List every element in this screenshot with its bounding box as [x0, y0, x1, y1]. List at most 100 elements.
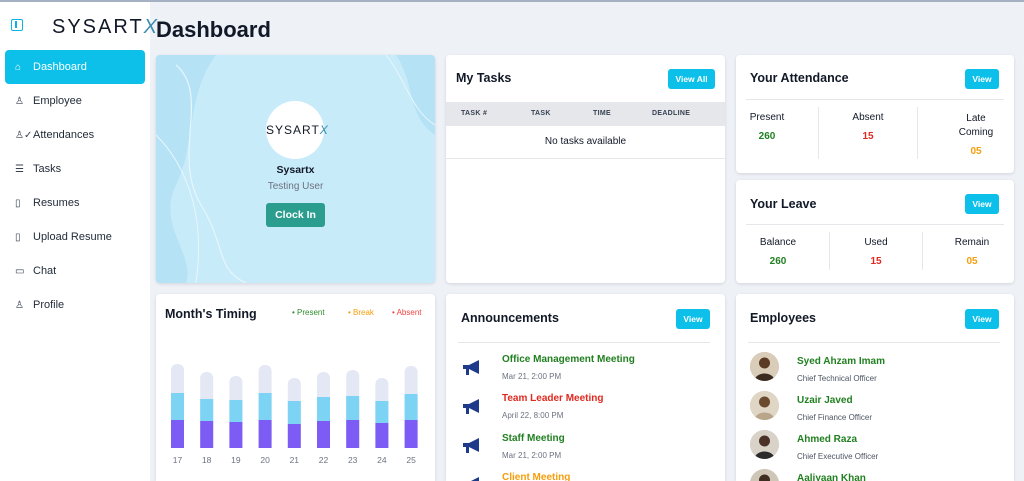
timing-chart [171, 364, 418, 448]
column-header: TASK [531, 110, 551, 117]
remain-label: Remain [954, 237, 990, 248]
present-label: Present [749, 112, 785, 123]
x-tick-label: 19 [231, 455, 241, 465]
top-border [0, 0, 1024, 2]
employee-name[interactable]: Syed Ahzam Imam [797, 356, 885, 367]
divider [818, 107, 819, 159]
used-label: Used [864, 237, 888, 248]
employee-avatar [750, 352, 779, 381]
brand-logo[interactable]: SYSARTX [52, 16, 159, 39]
leave-title: Your Leave [750, 197, 817, 211]
announcement-title[interactable]: Office Management Meeting [502, 354, 635, 365]
divider [746, 224, 1004, 225]
bar-segment-20-1 [258, 393, 272, 420]
bar-segment-17-1 [171, 393, 184, 420]
late-coming-value: 05 [970, 146, 982, 157]
sidebar-item-tasks[interactable]: ☰ Tasks [5, 152, 145, 186]
bar-segment-25-1 [404, 394, 418, 420]
bar-segment-21-1 [287, 401, 301, 424]
sidebar-item-chat[interactable]: ▭ Chat [5, 254, 145, 288]
sidebar-item-attendances[interactable]: ♙✓ Attendances [5, 118, 145, 152]
megaphone-icon [463, 360, 479, 375]
announcement-title[interactable]: Client Meeting [502, 472, 570, 481]
announcements-title: Announcements [461, 311, 559, 325]
profile-avatar: SYSARTX [266, 101, 328, 159]
x-tick-label: 24 [377, 455, 387, 465]
bar-segment-19-1 [229, 400, 243, 422]
sidebar-item-upload-resume[interactable]: ▯ Upload Resume [5, 220, 145, 254]
announcement-date: Mar 21, 2:00 PM [502, 372, 562, 381]
divider [748, 342, 1000, 343]
balance-value: 260 [769, 256, 787, 267]
bar-segment-21-0 [287, 424, 301, 448]
file-icon: ▯ [15, 231, 21, 243]
present-value: 260 [758, 131, 776, 142]
sidebar-item-label: Dashboard [33, 61, 87, 73]
employee-role: Chief Technical Officer [797, 374, 877, 383]
tasks-card: My Tasks View All TASK # TASK TIME DEADL… [446, 55, 725, 283]
employee-role: Chief Finance Officer [797, 413, 872, 422]
column-header: TASK # [461, 110, 488, 117]
leave-card: Your Leave View Balance 260 Used 15 Rema… [736, 180, 1014, 283]
bar-segment-24-0 [375, 423, 389, 448]
announcement-title[interactable]: Staff Meeting [502, 433, 565, 444]
absent-value: 15 [862, 131, 874, 142]
employees-title: Employees [750, 311, 817, 325]
bar-segment-23-1 [346, 396, 360, 420]
user-icon: ♙ [15, 299, 24, 311]
view-attendance-button[interactable]: View [965, 69, 999, 89]
view-leave-button[interactable]: View [965, 194, 999, 214]
chat-icon: ▭ [15, 265, 25, 277]
sidebar-item-label: Resumes [33, 197, 80, 209]
column-header: TIME [593, 110, 611, 117]
file-icon: ▯ [15, 197, 21, 209]
sidebar-item-label: Profile [33, 299, 65, 311]
employee-name[interactable]: Aaliyaan Khan [797, 473, 866, 481]
announcement-title[interactable]: Team Leader Meeting [502, 393, 604, 404]
x-tick-label: 25 [406, 455, 416, 465]
bar-segment-25-0 [404, 420, 418, 448]
divider [746, 99, 1004, 100]
attendance-title: Your Attendance [750, 71, 849, 85]
sidebar-item-resumes[interactable]: ▯ Resumes [5, 186, 145, 220]
announcement-date: Mar 21, 2:00 PM [502, 451, 562, 460]
tasks-title: My Tasks [456, 71, 512, 85]
user-icon: ♙ [15, 95, 24, 107]
sidebar-item-dashboard[interactable]: ⌂ Dashboard [5, 50, 145, 84]
employee-role: Chief Executive Officer [797, 452, 879, 461]
view-all-tasks-button[interactable]: View All [668, 69, 715, 89]
absent-label: Absent [852, 112, 884, 123]
sidebar-nav: ⌂ Dashboard ♙ Employee ♙✓ Attendances ☰ … [5, 50, 145, 322]
divider [922, 232, 923, 270]
clock-in-button[interactable]: Clock In [266, 203, 325, 227]
sidebar-item-employee[interactable]: ♙ Employee [5, 84, 145, 118]
bar-segment-22-1 [317, 397, 330, 421]
profile-name: Sysartx [276, 164, 315, 176]
balance-label: Balance [759, 237, 797, 248]
bar-segment-19-0 [229, 422, 243, 448]
sidebar: SYSARTX ⌂ Dashboard ♙ Employee ♙✓ Attend… [0, 2, 157, 481]
employees-card: Employees View Syed Ahzam Imam Chief Tec… [736, 294, 1014, 481]
bar-segment-17-0 [171, 420, 184, 448]
home-icon: ⌂ [15, 61, 22, 73]
sidebar-item-label: Employee [33, 95, 82, 107]
sidebar-item-label: Tasks [33, 163, 62, 175]
view-announcements-button[interactable]: View [676, 309, 710, 329]
view-employees-button[interactable]: View [965, 309, 999, 329]
x-tick-label: 23 [347, 455, 358, 465]
page-title: Dashboard [156, 17, 271, 42]
announcements-card: Announcements View Office Management Mee… [446, 294, 725, 481]
employee-name[interactable]: Ahmed Raza [797, 434, 857, 445]
late-coming-label: Late Coming [958, 113, 994, 138]
bar-segment-18-1 [200, 399, 214, 421]
megaphone-icon [463, 399, 479, 414]
divider [458, 342, 710, 343]
x-tick-label: 17 [172, 455, 183, 465]
user-check-icon: ♙✓ [15, 129, 33, 141]
tasks-table-header: TASK # TASK TIME DEADLINE [446, 102, 725, 126]
bar-segment-20-0 [258, 420, 272, 448]
sidebar-toggle-icon[interactable] [11, 19, 23, 31]
employee-name[interactable]: Uzair Javed [797, 395, 853, 406]
sidebar-item-profile[interactable]: ♙ Profile [5, 288, 145, 322]
list-icon: ☰ [15, 163, 24, 175]
